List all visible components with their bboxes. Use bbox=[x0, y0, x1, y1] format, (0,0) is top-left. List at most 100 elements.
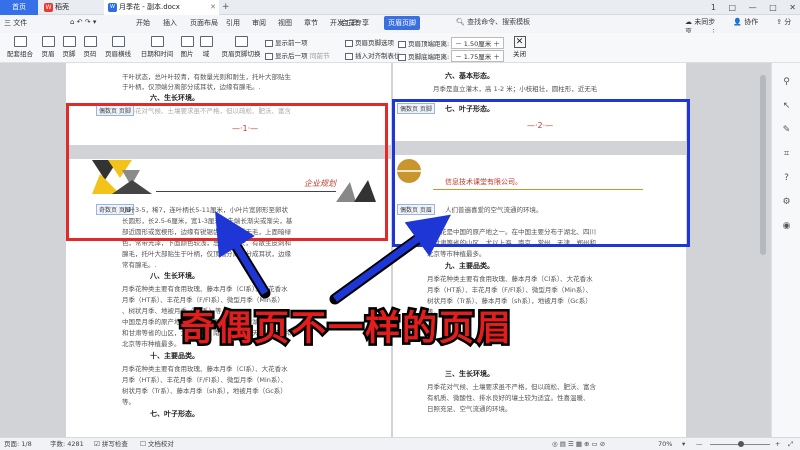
undo-icons[interactable]: ⌂ ↶ ↷ ▾ bbox=[70, 18, 96, 26]
ribbon-toolbar: 配套组合 页眉 页脚 页码 页眉横线 日期和时间 图片 域 页眉页脚切换 显示前… bbox=[0, 33, 800, 63]
show-prev-button[interactable]: 显示前一项 bbox=[265, 37, 308, 47]
search-input[interactable]: 🔍︎ 查找命令、搜索模板 bbox=[456, 17, 530, 27]
close-window-button[interactable]: ✕ bbox=[789, 3, 796, 12]
header-label: 页眉 bbox=[41, 50, 55, 58]
home-tab[interactable]: 首页 bbox=[0, 0, 38, 15]
switch-button[interactable]: 页眉页脚切换 bbox=[218, 36, 264, 58]
insert-tab-label: 插入对齐制表位 bbox=[355, 52, 401, 60]
cursor-icon[interactable]: ↖ bbox=[781, 101, 792, 111]
wps-logo-icon: W bbox=[44, 2, 53, 12]
menu-review[interactable]: 审阅 bbox=[252, 18, 266, 28]
combo-button[interactable]: 配套组合 bbox=[4, 36, 36, 58]
field-icon bbox=[199, 36, 213, 47]
options-icon bbox=[345, 39, 353, 47]
header-top-icon bbox=[398, 40, 406, 48]
footer-bottom-input[interactable]: － 1.75厘米 ＋ bbox=[451, 50, 504, 62]
cloud-sync-label: 未同步 bbox=[694, 18, 716, 26]
footer-icon bbox=[62, 36, 76, 47]
footer-bottom-label: 页脚底端距离: bbox=[408, 53, 450, 61]
maximize-button[interactable]: □ bbox=[769, 3, 777, 12]
zoom-slider-knob[interactable] bbox=[738, 441, 744, 447]
date-time-button[interactable]: 日期和时间 bbox=[140, 36, 174, 58]
menu-start[interactable]: 开始 bbox=[136, 18, 150, 28]
header-line-label: 页眉横线 bbox=[105, 50, 131, 58]
spell-check-button[interactable]: ☑ 拼写检查 bbox=[94, 438, 128, 450]
minimize-button[interactable]: — bbox=[749, 3, 757, 12]
picture-label: 图片 bbox=[180, 50, 194, 58]
menu-page-layout[interactable]: 页面布局 bbox=[190, 18, 218, 28]
footer-bottom-distance: 页脚底端距离: － 1.75厘米 ＋ bbox=[398, 50, 504, 62]
settings-icon[interactable]: ⚙ bbox=[781, 197, 792, 207]
menu-chapter[interactable]: 章节 bbox=[304, 18, 318, 28]
picture-button[interactable]: 图片 bbox=[176, 36, 198, 58]
vertical-scrollbar[interactable] bbox=[760, 75, 766, 255]
collab-button[interactable]: 👤 协作 bbox=[733, 18, 767, 26]
file-menu[interactable]: 三 文件 bbox=[4, 18, 27, 28]
footer-label: 页脚 bbox=[62, 50, 76, 58]
header-top-label: 页眉顶端距离: bbox=[408, 40, 450, 48]
layout-icon[interactable]: □ bbox=[729, 3, 737, 12]
header-top-input[interactable]: － 1.50厘米 ＋ bbox=[451, 37, 504, 49]
menu-insert[interactable]: 插入 bbox=[163, 18, 177, 28]
document-tab-label: 月季花 - 副本.docx bbox=[119, 3, 180, 11]
header-icon bbox=[41, 36, 55, 47]
new-tab-button[interactable]: + bbox=[222, 0, 230, 15]
crop-icon[interactable]: ⌗ bbox=[781, 149, 792, 159]
document-tab[interactable]: W 月季花 - 副本.docx ✕ bbox=[104, 0, 219, 15]
search-placeholder: 查找命令、搜索模板 bbox=[467, 18, 531, 26]
zoom-plus-button[interactable]: + bbox=[775, 438, 780, 450]
calendar-icon bbox=[150, 36, 164, 47]
window-badge: 1 bbox=[710, 3, 716, 12]
field-button[interactable]: 域 bbox=[199, 36, 213, 58]
footer-button[interactable]: 页脚 bbox=[59, 36, 79, 58]
tab-header-footer[interactable]: 页眉页脚 bbox=[384, 16, 420, 30]
status-bar: 页面: 1/8 字数: 4281 ☑ 拼写检查 ☐ 文档校对 ◎ ▤ ☰ ▦ ⊕… bbox=[0, 437, 800, 450]
window-controls: 1 □ — □ ✕ bbox=[701, 0, 796, 15]
header-line-button[interactable]: 页眉横线 bbox=[101, 36, 135, 58]
fullscreen-icon[interactable]: ⤢ bbox=[788, 438, 793, 450]
proofread-button[interactable]: ☐ 文档校对 bbox=[140, 438, 174, 450]
cloud-sync-button[interactable]: ☁ 未同步 bbox=[685, 18, 724, 26]
date-time-label: 日期和时间 bbox=[140, 50, 174, 58]
show-prev-label: 显示前一项 bbox=[275, 39, 308, 47]
filter-icon[interactable]: ⚲ bbox=[781, 77, 792, 87]
menu-references[interactable]: 引用 bbox=[226, 18, 240, 28]
menu-view[interactable]: 视图 bbox=[278, 18, 292, 28]
doc-logo-icon: W bbox=[108, 2, 117, 12]
insert-tab-button[interactable]: 插入对齐制表位 bbox=[345, 50, 401, 60]
wps-tab[interactable]: W 稻壳 bbox=[40, 0, 102, 15]
video-caption: 奇偶页不一样的页眉 bbox=[177, 307, 514, 352]
page-number-label: 页码 bbox=[83, 50, 97, 58]
page-number-icon bbox=[83, 36, 97, 47]
footer-bottom-value: 1.75厘米 bbox=[463, 53, 492, 61]
picture-icon bbox=[180, 36, 194, 47]
switch-icon bbox=[234, 36, 248, 47]
close-icon: ✕ bbox=[513, 36, 526, 48]
footer-bottom-icon bbox=[398, 53, 406, 61]
zoom-level: 70% bbox=[658, 440, 673, 448]
show-prev-icon bbox=[265, 39, 273, 47]
zoom-minus-button[interactable]: — bbox=[696, 438, 703, 450]
header-top-value: 1.50厘米 bbox=[463, 40, 492, 48]
help-icon[interactable]: ? bbox=[781, 173, 792, 183]
switch-label: 页眉页脚切换 bbox=[221, 50, 261, 58]
zoom-out-button[interactable]: ▾ bbox=[682, 438, 685, 450]
page-number-button[interactable]: 页码 bbox=[80, 36, 100, 58]
wps-tab-label: 稻壳 bbox=[55, 3, 69, 11]
view-mode-icons[interactable]: ◎ ▤ ☰ ▦ ⊕ ▭ ⊘ bbox=[552, 438, 605, 450]
same-prev-button[interactable]: 同前节 bbox=[310, 50, 330, 60]
combo-label: 配套组合 bbox=[7, 50, 33, 58]
right-sidebar: ⚲ ↖ ✎ ⌗ ? ⚙ ◉ bbox=[771, 63, 800, 437]
show-next-button[interactable]: 显示后一项 bbox=[265, 50, 308, 60]
pen-icon[interactable]: ✎ bbox=[781, 125, 792, 135]
close-header-footer-button[interactable]: ✕ 关闭 bbox=[513, 36, 526, 58]
proofread-label: 文档校对 bbox=[147, 440, 174, 448]
header-button[interactable]: 页眉 bbox=[38, 36, 58, 58]
menu-vip-label[interactable]: 会员专享 bbox=[341, 18, 369, 28]
location-icon[interactable]: ◉ bbox=[781, 221, 792, 231]
options-button[interactable]: 页眉页脚选项 bbox=[345, 37, 394, 47]
close-tab-icon[interactable]: ✕ bbox=[210, 0, 216, 15]
options-label: 页眉页脚选项 bbox=[355, 39, 394, 47]
show-next-icon bbox=[265, 52, 273, 60]
search-icon: 🔍︎ bbox=[456, 18, 465, 26]
